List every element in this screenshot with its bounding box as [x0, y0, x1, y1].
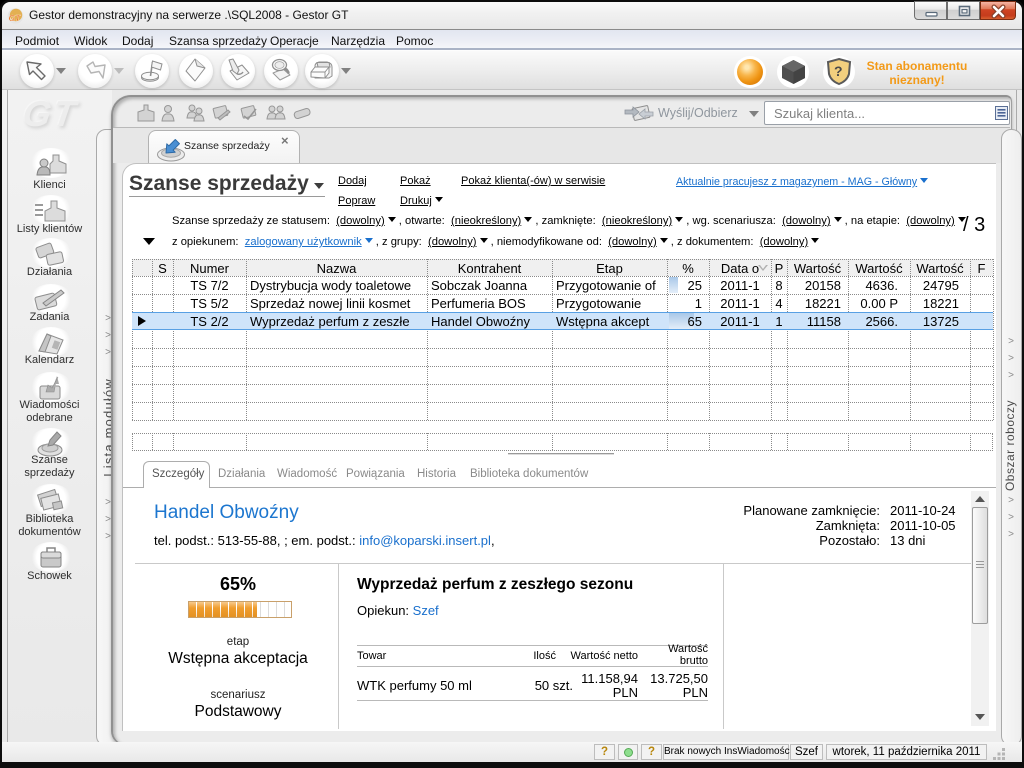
- svg-text:?: ?: [834, 63, 843, 79]
- svg-text:GT: GT: [9, 13, 22, 23]
